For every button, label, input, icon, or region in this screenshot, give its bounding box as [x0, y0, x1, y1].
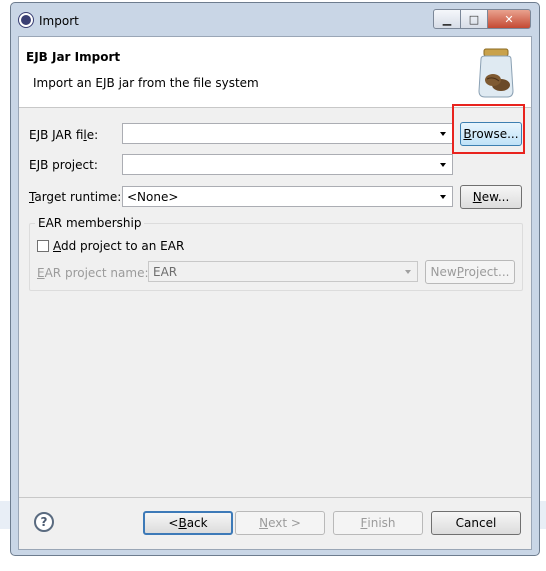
- jar-file-label: EJB JAR file:: [29, 128, 99, 142]
- jar-icon: [478, 48, 514, 98]
- close-icon: ✕: [504, 12, 514, 26]
- dialog-client-area: EJB Jar Import Import an EJB jar from th…: [18, 36, 532, 550]
- runtime-value: <None>: [127, 190, 179, 204]
- maximize-icon: □: [468, 12, 480, 26]
- add-to-ear-label[interactable]: Add project to an EAR: [53, 239, 184, 253]
- ear-project-combo[interactable]: EAR: [148, 261, 418, 282]
- title-bar: Import ▁ □ ✕: [11, 3, 539, 35]
- back-button[interactable]: < Back: [143, 511, 233, 535]
- chevron-down-icon: [405, 270, 411, 274]
- project-label: EJB project:: [29, 158, 98, 172]
- jar-file-combo[interactable]: [122, 123, 453, 144]
- project-combo[interactable]: [122, 154, 453, 175]
- footer-divider: [19, 497, 531, 498]
- ear-group-title: EAR membership: [35, 216, 145, 230]
- maximize-button[interactable]: □: [460, 9, 488, 29]
- minimize-button[interactable]: ▁: [433, 9, 461, 29]
- minimize-icon: ▁: [442, 12, 452, 26]
- add-to-ear-checkbox[interactable]: [37, 240, 49, 252]
- page-title: EJB Jar Import: [26, 50, 121, 64]
- new-ear-project-button[interactable]: New Project...: [425, 260, 515, 284]
- chevron-down-icon: [440, 132, 446, 136]
- cancel-button[interactable]: Cancel: [431, 511, 521, 535]
- chevron-down-icon: [440, 195, 446, 199]
- window-title: Import: [39, 14, 79, 28]
- finish-button[interactable]: Finish: [333, 511, 423, 535]
- help-button[interactable]: ?: [34, 512, 54, 532]
- close-button[interactable]: ✕: [487, 9, 531, 29]
- page-description: Import an EJB jar from the file system: [33, 76, 259, 90]
- wizard-header: EJB Jar Import Import an EJB jar from th…: [19, 37, 531, 108]
- new-runtime-button[interactable]: New...: [460, 185, 522, 209]
- app-icon: [18, 12, 34, 28]
- chevron-down-icon: [440, 163, 446, 167]
- import-dialog: Import ▁ □ ✕ EJB Jar Import Import an EJ…: [10, 2, 540, 556]
- ear-project-name-label: EAR project name:: [37, 266, 149, 280]
- help-icon: ?: [40, 515, 48, 529]
- highlight-annotation: [452, 104, 525, 154]
- ear-project-value: EAR: [153, 265, 178, 279]
- runtime-label: Target runtime:: [29, 190, 122, 204]
- runtime-combo[interactable]: <None>: [122, 186, 453, 207]
- next-button[interactable]: Next >: [235, 511, 325, 535]
